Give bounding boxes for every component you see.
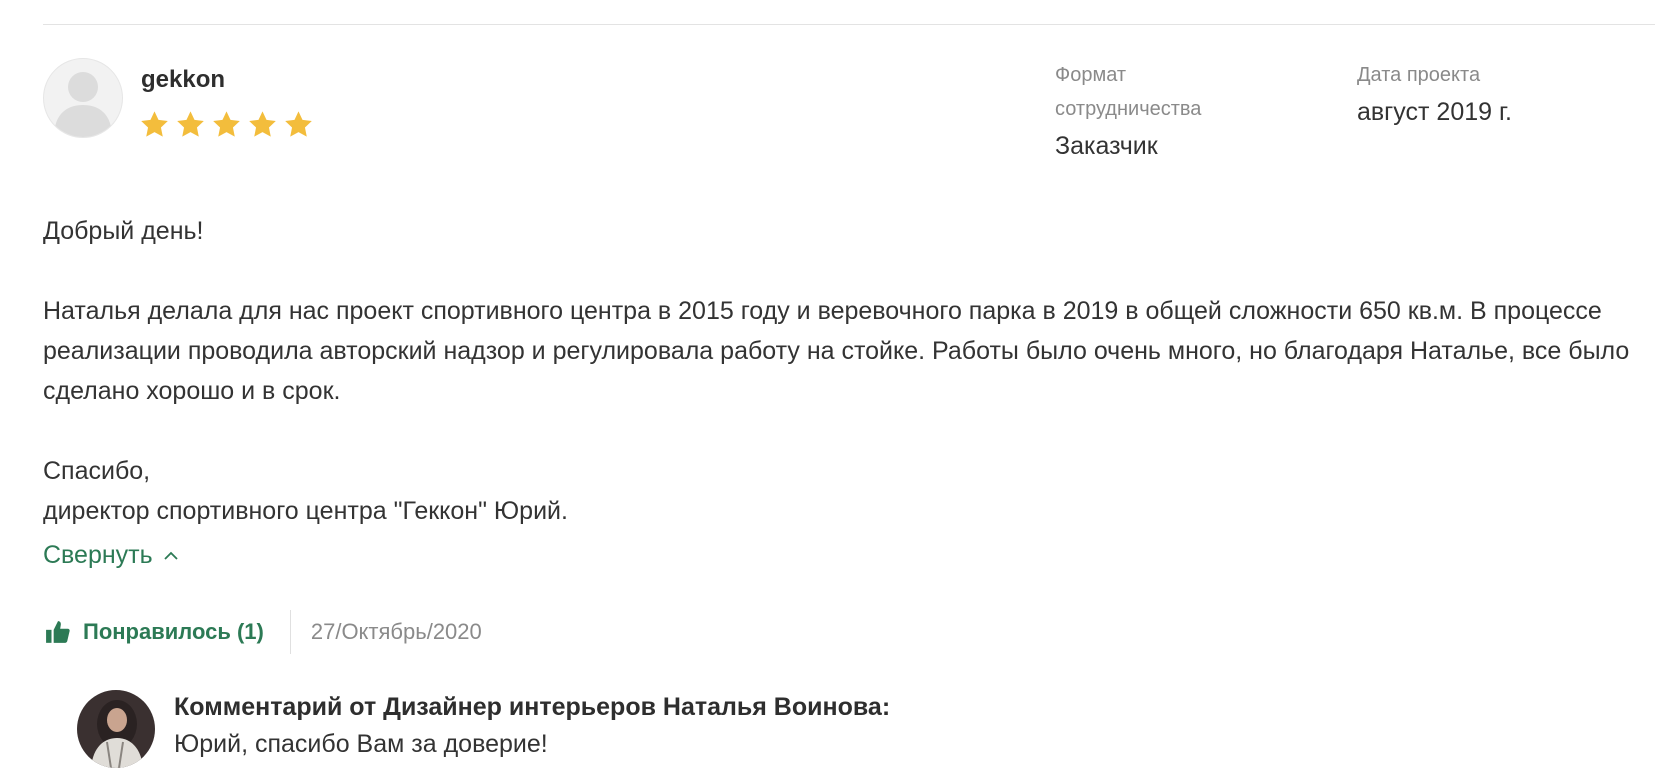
actions-divider xyxy=(289,610,291,654)
rating-stars xyxy=(139,109,314,140)
review-paragraph: Наталья делала для нас проект спортивног… xyxy=(43,297,1630,405)
star-icon xyxy=(141,111,168,137)
star-icon xyxy=(249,111,276,137)
thumbs-up-icon xyxy=(46,621,70,643)
star-icon xyxy=(285,111,312,137)
review-date: 27/Октябрь/2020 xyxy=(310,619,482,644)
top-divider xyxy=(43,24,1655,25)
review-body: Добрый день! Наталья делала для нас прое… xyxy=(43,211,1663,531)
cooperation-format-value: Заказчик xyxy=(1055,132,1158,160)
project-date-label: Дата проекта xyxy=(1357,64,1481,86)
chevron-up-icon xyxy=(164,551,178,560)
review-greeting: Добрый день! xyxy=(43,217,204,245)
cooperation-format-label: Формат сотрудничества xyxy=(1055,64,1202,120)
project-date-value: август 2019 г. xyxy=(1357,98,1512,126)
designer-photo xyxy=(77,690,155,768)
review-thanks: Спасибо, xyxy=(43,457,151,485)
designer-avatar[interactable] xyxy=(77,690,155,768)
reviewer-username[interactable]: gekkon xyxy=(141,66,225,94)
comment-text: Юрий, спасибо Вам за доверие! xyxy=(174,730,548,758)
review-actions: Понравилось (1) 27/Октябрь/2020 xyxy=(45,610,482,654)
star-icon xyxy=(177,111,204,137)
collapse-link[interactable]: Свернуть xyxy=(43,541,179,570)
like-label: Понравилось (1) xyxy=(83,619,264,644)
collapse-label: Свернуть xyxy=(43,541,153,569)
reviewer-avatar[interactable] xyxy=(43,58,123,138)
star-icon xyxy=(213,111,240,137)
like-button[interactable]: Понравилось (1) xyxy=(45,619,264,645)
comment-title: Комментарий от Дизайнер интерьеров Натал… xyxy=(174,693,891,721)
user-placeholder-icon xyxy=(54,72,112,137)
review-signature: директор спортивного центра "Геккон" Юри… xyxy=(43,497,568,525)
